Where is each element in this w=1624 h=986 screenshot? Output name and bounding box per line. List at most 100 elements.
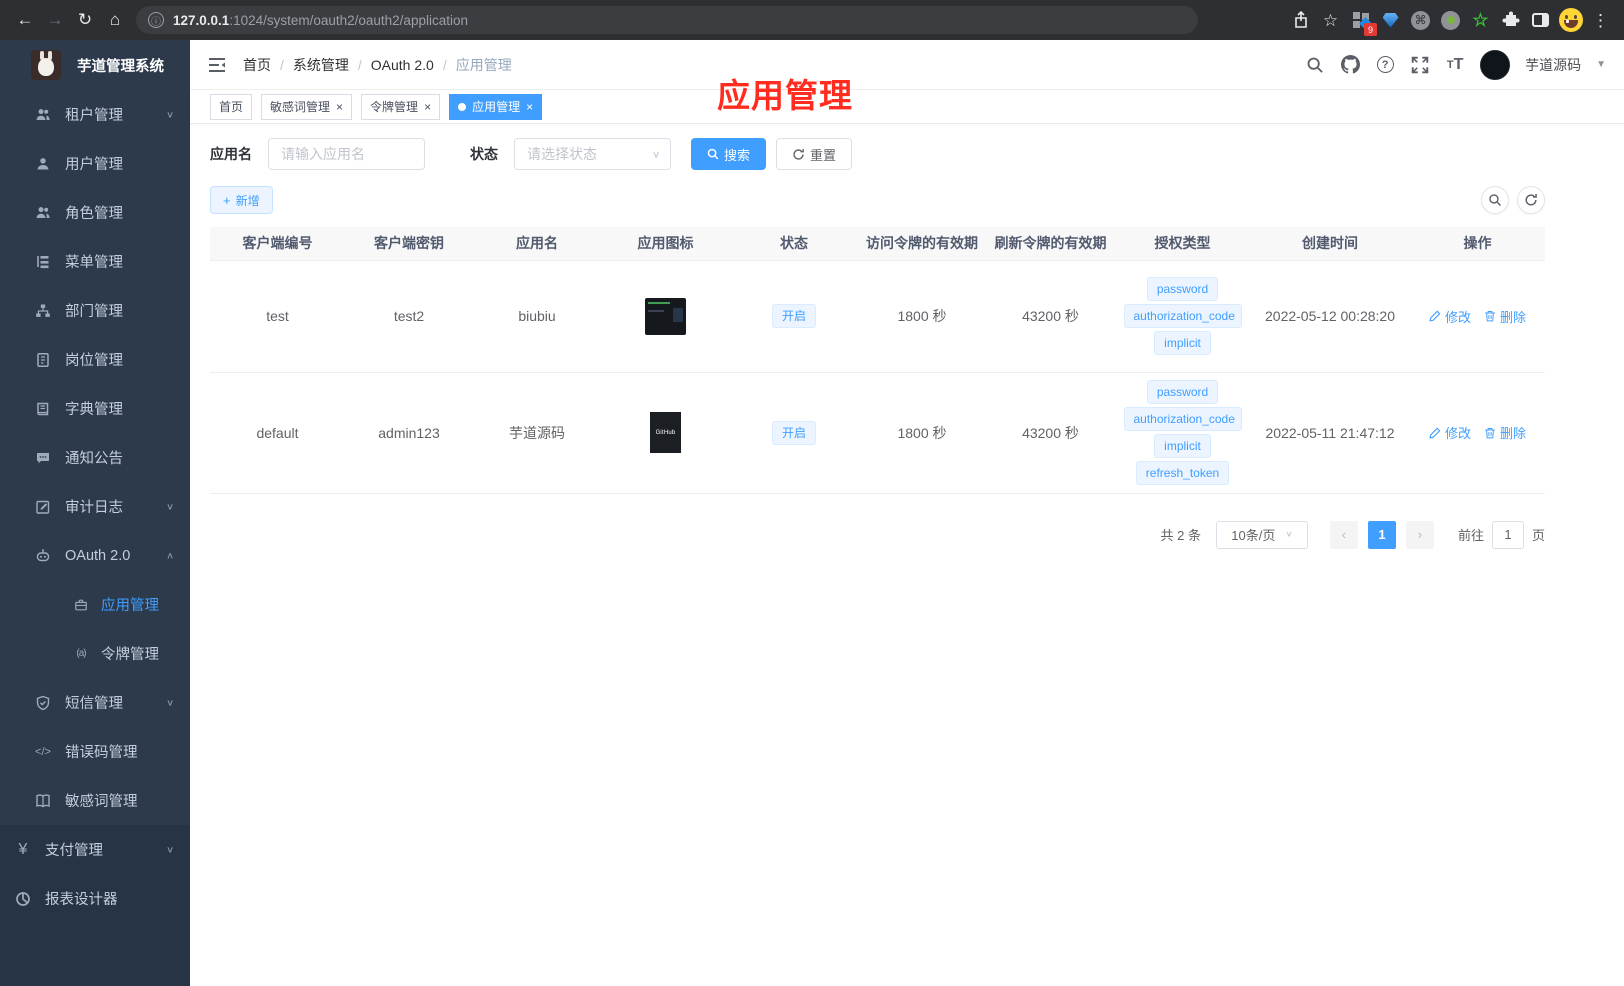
sidebar-item-label: 租户管理 <box>65 108 123 124</box>
url-text: 127.0.0.1:1024/system/oauth2/oauth2/appl… <box>173 12 468 28</box>
dictionary-book-icon <box>34 401 52 417</box>
sidebar-item-oauth-application[interactable]: 应用管理 <box>0 580 190 629</box>
grant-tag: refresh_token <box>1135 461 1230 485</box>
delete-button[interactable]: 删除 <box>1484 307 1526 326</box>
font-size-button[interactable]: TT <box>1445 55 1465 75</box>
sidebar-item-menu[interactable]: 菜单管理 <box>0 237 190 286</box>
github-link-button[interactable] <box>1340 55 1360 75</box>
help-button[interactable]: ? <box>1375 55 1395 75</box>
col-app-name: 应用名 <box>473 227 601 260</box>
data-table: 客户端编号 客户端密钥 应用名 应用图标 状态 访问令牌的有效期 刷新令牌的有效… <box>210 227 1545 494</box>
goto-page-input[interactable] <box>1491 520 1524 549</box>
sidebar-item-dept[interactable]: 部门管理 <box>0 286 190 335</box>
browser-back-button[interactable]: ← <box>10 5 40 35</box>
question-icon: ? <box>1376 56 1394 73</box>
status-select[interactable]: 请选择状态 ∨ <box>514 138 671 170</box>
user-avatar[interactable] <box>1480 49 1511 80</box>
cell-created-at: 2022-05-12 00:28:20 <box>1250 259 1410 373</box>
sidebar-item-error-code[interactable]: </> 错误码管理 <box>0 727 190 776</box>
page-1-button[interactable]: 1 <box>1367 520 1396 549</box>
browser-reload-button[interactable]: ↻ <box>70 5 100 35</box>
sidebar-item-label: 通知公告 <box>65 451 123 467</box>
extension-command-button[interactable]: ⌘ <box>1407 6 1434 34</box>
table-row: default admin123 芋道源码 GitHub 开启 1800 秒 4… <box>210 372 1545 494</box>
github-icon <box>1340 55 1360 74</box>
extension-record-button[interactable] <box>1437 6 1464 34</box>
cell-access-ttl: 1800 秒 <box>858 372 986 494</box>
sidebar-item-label: 应用管理 <box>101 598 159 614</box>
org-chart-icon <box>34 303 52 319</box>
sidebar-item-audit-log[interactable]: 审计日志 ∨ <box>0 482 190 531</box>
browser-profile-avatar[interactable] <box>1557 6 1584 34</box>
grant-tag: password <box>1146 380 1219 404</box>
header-search-button[interactable] <box>1305 55 1325 75</box>
extension-gem-button[interactable] <box>1377 6 1404 34</box>
username[interactable]: 芋道源码 <box>1525 55 1581 75</box>
sidebar-logo-row[interactable]: 芋道管理系统 <box>0 40 190 90</box>
edit-button[interactable]: 修改 <box>1429 423 1471 442</box>
edit-button[interactable]: 修改 <box>1429 307 1471 326</box>
sidebar-item-report-designer[interactable]: 报表设计器 <box>0 874 190 923</box>
app-name-input[interactable] <box>268 138 425 170</box>
puzzle-icon <box>1502 11 1519 26</box>
breadcrumb-item-home[interactable]: 首页 <box>243 55 271 75</box>
browser-home-button[interactable]: ⌂ <box>100 5 130 35</box>
toggle-search-button[interactable] <box>1481 186 1509 214</box>
tab-sensitive-words[interactable]: 敏感词管理 × <box>261 93 353 120</box>
sidebar-item-dict[interactable]: 字典管理 <box>0 384 190 433</box>
trash-icon <box>1485 311 1495 322</box>
fullscreen-button[interactable] <box>1410 55 1430 75</box>
delete-button[interactable]: 删除 <box>1484 423 1526 442</box>
sidebar-bottom-group: ¥ 支付管理 ∨ 报表设计器 <box>0 825 190 986</box>
page-size-select[interactable]: 10条/页 ∨ <box>1215 520 1308 549</box>
bookmark-star-button[interactable]: ☆ <box>1317 6 1344 34</box>
side-panel-button[interactable] <box>1527 6 1554 34</box>
tab-label: 敏感词管理 <box>270 100 331 114</box>
close-icon[interactable]: × <box>336 101 343 113</box>
next-page-button[interactable]: › <box>1405 520 1434 549</box>
sidebar-item-sms[interactable]: 短信管理 ∨ <box>0 678 190 727</box>
col-actions: 操作 <box>1410 227 1545 260</box>
sidebar-item-label: 敏感词管理 <box>65 794 138 810</box>
share-button[interactable] <box>1287 6 1314 34</box>
page-size-value: 10条/页 <box>1231 528 1276 543</box>
sidebar-item-role[interactable]: 角色管理 <box>0 188 190 237</box>
sidebar-item-tenant[interactable]: 租户管理 ∨ <box>0 90 190 139</box>
grant-type-tags: password authorization_code implicit ref… <box>1115 380 1250 485</box>
sidebar-item-notice[interactable]: 通知公告 <box>0 433 190 482</box>
cell-created-at: 2022-05-11 21:47:12 <box>1250 372 1410 494</box>
tab-home[interactable]: 首页 <box>210 93 253 120</box>
browser-forward-button[interactable]: → <box>40 5 70 35</box>
close-icon[interactable]: × <box>424 101 431 113</box>
extension-star-button[interactable]: ☆ <box>1467 6 1494 34</box>
sidebar-item-oauth-token[interactable]: (a) 令牌管理 <box>0 629 190 678</box>
code-icon: </> <box>35 745 51 758</box>
extensions-puzzle-button[interactable] <box>1497 6 1524 34</box>
sidebar-item-oauth[interactable]: OAuth 2.0 ∧ <box>0 531 190 580</box>
search-button[interactable]: 搜索 <box>691 138 767 170</box>
add-button[interactable]: + 新增 <box>210 186 273 214</box>
extension-grid-button[interactable]: 9 <box>1347 6 1377 36</box>
refresh-table-button[interactable] <box>1517 186 1545 214</box>
sidebar-item-user[interactable]: 用户管理 <box>0 139 190 188</box>
close-icon[interactable]: × <box>526 101 533 113</box>
sidebar-item-sensitive-words[interactable]: 敏感词管理 <box>0 776 190 825</box>
browser-menu-kebab[interactable]: ⋮ <box>1587 6 1614 34</box>
prev-page-button[interactable]: ‹ <box>1329 520 1358 549</box>
reset-button[interactable]: 重置 <box>776 138 853 170</box>
edit-label: 修改 <box>1444 426 1471 441</box>
cell-app-name: 芋道源码 <box>473 372 601 494</box>
collapse-sidebar-button[interactable] <box>207 55 227 75</box>
briefcase-icon <box>72 598 90 612</box>
tab-app-mgmt[interactable]: 应用管理 × <box>449 93 543 120</box>
active-dot-icon <box>458 102 467 111</box>
url-bar[interactable]: ⓘ 127.0.0.1:1024/system/oauth2/oauth2/ap… <box>136 6 1198 34</box>
user-caret-down-icon[interactable]: ▼ <box>1596 59 1606 70</box>
sidebar-item-post[interactable]: 岗位管理 <box>0 335 190 384</box>
chevron-down-icon: ∨ <box>1285 530 1293 539</box>
sidebar-item-payment[interactable]: ¥ 支付管理 ∨ <box>0 825 190 874</box>
site-info-icon[interactable]: ⓘ <box>148 12 164 28</box>
tab-token-mgmt[interactable]: 令牌管理 × <box>361 93 441 120</box>
page-content: 应用名 状态 请选择状态 ∨ 搜索 重置 <box>190 124 1624 986</box>
col-grant-types: 授权类型 <box>1115 227 1250 260</box>
